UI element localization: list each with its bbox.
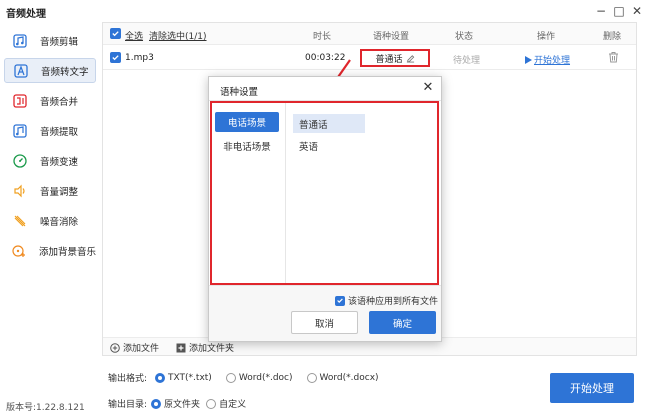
sidebar: 音频剪辑 音频转文字 音频合并 音频提取 音频变速 音量调整 噪音消除 添加背景…	[0, 22, 100, 416]
row-checkbox[interactable]	[110, 52, 121, 63]
dir-option-label: 原文件夹	[164, 400, 201, 410]
sidebar-item-label: 音量调整	[40, 186, 79, 198]
cancel-button[interactable]: 取消	[291, 311, 358, 334]
checkbox-checked-icon	[335, 295, 345, 306]
sidebar-item-audio-cut[interactable]: 音频剪辑	[4, 28, 96, 53]
add-circle-icon	[110, 342, 120, 353]
select-all-checkbox[interactable]	[110, 28, 121, 39]
sidebar-item-audio-merge[interactable]: 音频合并	[4, 88, 96, 113]
audio-extract-icon	[12, 123, 28, 139]
sidebar-item-label: 音频变速	[40, 156, 79, 168]
sidebar-item-label: 噪音消除	[40, 216, 79, 228]
audio-speed-icon	[12, 153, 28, 169]
column-header-language: 语种设置	[373, 32, 410, 42]
noise-removal-icon	[12, 213, 28, 229]
dialog-close-button[interactable]: ✕	[420, 80, 436, 96]
app-title: 音频处理	[6, 9, 46, 20]
format-option-label: Word(*.docx)	[319, 372, 379, 383]
title-bar: 音频处理 − □ ✕	[0, 0, 649, 22]
dir-option-label: 自定义	[219, 400, 247, 410]
language-settings-dialog: 语种设置 ✕ 电话场景 非电话场景 普通话 英语 该语种应用到所有文件 取消 确…	[208, 76, 442, 342]
add-folder-icon	[176, 343, 186, 352]
sidebar-item-add-music[interactable]: 添加背景音乐	[4, 238, 96, 263]
check-icon	[112, 31, 119, 37]
format-option-txt[interactable]: TXT(*.txt)	[155, 372, 212, 383]
language-value: 普通话	[375, 54, 403, 65]
file-name: 1.mp3	[125, 53, 154, 63]
format-option-label: Word(*.doc)	[238, 372, 293, 383]
start-process-label: 开始处理	[534, 56, 571, 66]
format-option-doc[interactable]: Word(*.doc)	[225, 372, 293, 383]
format-option-docx[interactable]: Word(*.docx)	[306, 372, 379, 383]
start-process-link[interactable]: 开始处理	[525, 53, 570, 66]
maximize-button[interactable]: □	[610, 3, 628, 19]
dir-option-source[interactable]: 原文件夹	[151, 397, 200, 410]
play-icon	[525, 55, 532, 64]
minimize-button[interactable]: −	[592, 3, 610, 19]
radio-icon	[225, 372, 236, 383]
dialog-header: 语种设置 ✕	[209, 77, 441, 101]
version-label: 版本号:1.22.8.121	[6, 403, 85, 413]
close-window-button[interactable]: ✕	[628, 3, 646, 19]
audio-cut-icon	[12, 33, 28, 49]
column-header-duration: 时长	[313, 32, 332, 42]
format-option-label: TXT(*.txt)	[168, 372, 212, 383]
table-row: 1.mp3 00:03:22 普通话 待处理 开始处理	[103, 46, 636, 70]
radio-selected-icon	[155, 372, 166, 383]
file-status: 待处理	[453, 56, 481, 66]
radio-icon	[306, 372, 317, 383]
dir-option-custom[interactable]: 自定义	[206, 397, 246, 410]
sidebar-item-audio-to-text[interactable]: 音频转文字	[4, 58, 96, 83]
sidebar-item-audio-speed[interactable]: 音频变速	[4, 148, 96, 173]
highlight-box	[210, 101, 439, 285]
output-format-label: 输出格式:	[108, 374, 148, 384]
dialog-title: 语种设置	[220, 87, 259, 98]
radio-selected-icon	[151, 398, 162, 409]
start-process-button[interactable]: 开始处理	[550, 373, 634, 403]
check-icon	[112, 55, 119, 61]
audio-to-text-icon	[13, 63, 29, 79]
edit-icon	[406, 54, 414, 63]
output-format-row: 输出格式: TXT(*.txt) Word(*.doc) Word(*.docx…	[108, 371, 379, 384]
sidebar-item-label: 添加背景音乐	[38, 246, 96, 258]
table-header: 全选 清除选中(1/1) 时长 语种设置 状态 操作 删除	[103, 23, 636, 45]
sidebar-item-audio-extract[interactable]: 音频提取	[4, 118, 96, 143]
language-setting-button[interactable]: 普通话	[360, 49, 430, 67]
dialog-footer: 该语种应用到所有文件 取消 确定	[209, 285, 441, 341]
apply-all-checkbox[interactable]: 该语种应用到所有文件	[335, 294, 438, 307]
add-file-label: 添加文件	[123, 344, 160, 354]
trash-icon	[609, 52, 618, 63]
check-icon	[337, 298, 343, 303]
delete-row-button[interactable]	[608, 51, 619, 66]
output-dir-label: 输出目录:	[108, 400, 148, 410]
radio-icon	[206, 398, 217, 409]
add-music-icon	[12, 243, 27, 259]
select-all-link[interactable]: 全选	[125, 29, 143, 42]
output-dir-row: 输出目录: 原文件夹 自定义	[108, 397, 246, 410]
column-header-delete: 删除	[603, 32, 622, 42]
add-folder-button[interactable]: 添加文件夹	[176, 341, 234, 354]
clear-selected-link[interactable]: 清除选中(1/1)	[149, 29, 207, 42]
sidebar-item-label: 音频合并	[40, 96, 79, 108]
audio-merge-icon	[12, 93, 28, 109]
column-header-action: 操作	[537, 32, 556, 42]
volume-icon	[12, 183, 28, 199]
sidebar-item-volume[interactable]: 音量调整	[4, 178, 96, 203]
ok-button[interactable]: 确定	[369, 311, 436, 334]
sidebar-item-label: 音频剪辑	[40, 36, 79, 48]
column-header-status: 状态	[455, 32, 474, 42]
sidebar-item-noise-removal[interactable]: 噪音消除	[4, 208, 96, 233]
add-folder-label: 添加文件夹	[189, 344, 235, 354]
apply-all-label: 该语种应用到所有文件	[348, 297, 439, 307]
sidebar-item-label: 音频提取	[40, 126, 79, 138]
add-file-button[interactable]: 添加文件	[110, 341, 159, 354]
sidebar-item-label: 音频转文字	[41, 66, 89, 78]
